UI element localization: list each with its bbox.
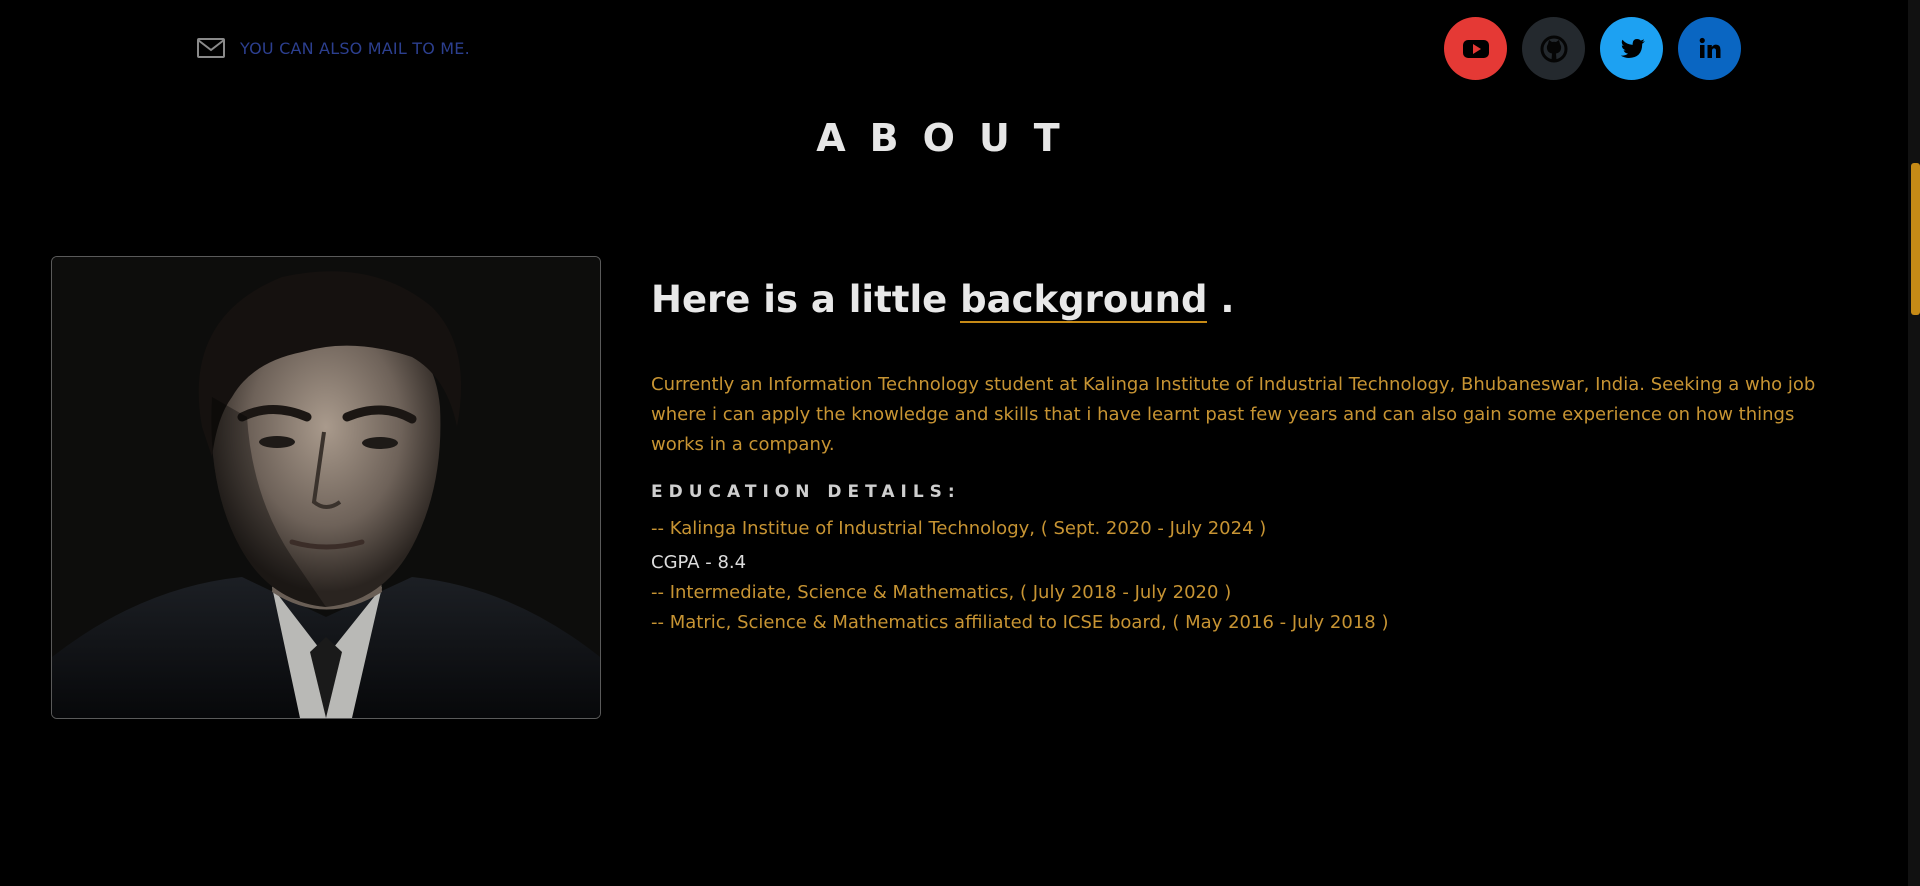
linkedin-icon	[1699, 37, 1720, 58]
mail-text: YOU CAN ALSO MAIL TO ME.	[240, 38, 470, 58]
heading-suffix: .	[1207, 278, 1235, 321]
education-item: -- Intermediate, Science & Mathematics, …	[651, 582, 1232, 603]
social-links	[1444, 17, 1741, 80]
about-page: YOU CAN ALSO MAIL TO ME. ABOUT Here is a…	[0, 0, 1920, 886]
twitter-icon	[1620, 38, 1645, 58]
section-title: ABOUT	[816, 116, 1084, 160]
background-heading: Here is a little background .	[651, 272, 1826, 328]
heading-prefix: Here is a little	[651, 278, 961, 321]
linkedin-button[interactable]	[1678, 17, 1741, 80]
heading-accent: background	[960, 278, 1208, 323]
github-icon	[1540, 35, 1567, 62]
education-title: EDUCATION DETAILS:	[651, 482, 961, 502]
scrollbar-track[interactable]	[1908, 0, 1920, 886]
education-item: -- Matric, Science & Mathematics affilia…	[651, 612, 1389, 633]
envelope-icon	[197, 38, 225, 58]
portrait-illustration	[52, 257, 600, 718]
education-item: -- Kalinga Institue of Industrial Techno…	[651, 518, 1267, 539]
about-content: Here is a little background . Currently …	[651, 272, 1826, 638]
twitter-button[interactable]	[1600, 17, 1663, 80]
youtube-icon	[1462, 39, 1489, 58]
mail-link[interactable]: YOU CAN ALSO MAIL TO ME.	[196, 36, 470, 60]
scrollbar-thumb[interactable]	[1911, 163, 1920, 315]
intro-paragraph: Currently an Information Technology stud…	[651, 374, 1816, 455]
youtube-button[interactable]	[1444, 17, 1507, 80]
profile-portrait	[51, 256, 601, 719]
github-button[interactable]	[1522, 17, 1585, 80]
cgpa-text: CGPA - 8.4	[651, 552, 747, 573]
